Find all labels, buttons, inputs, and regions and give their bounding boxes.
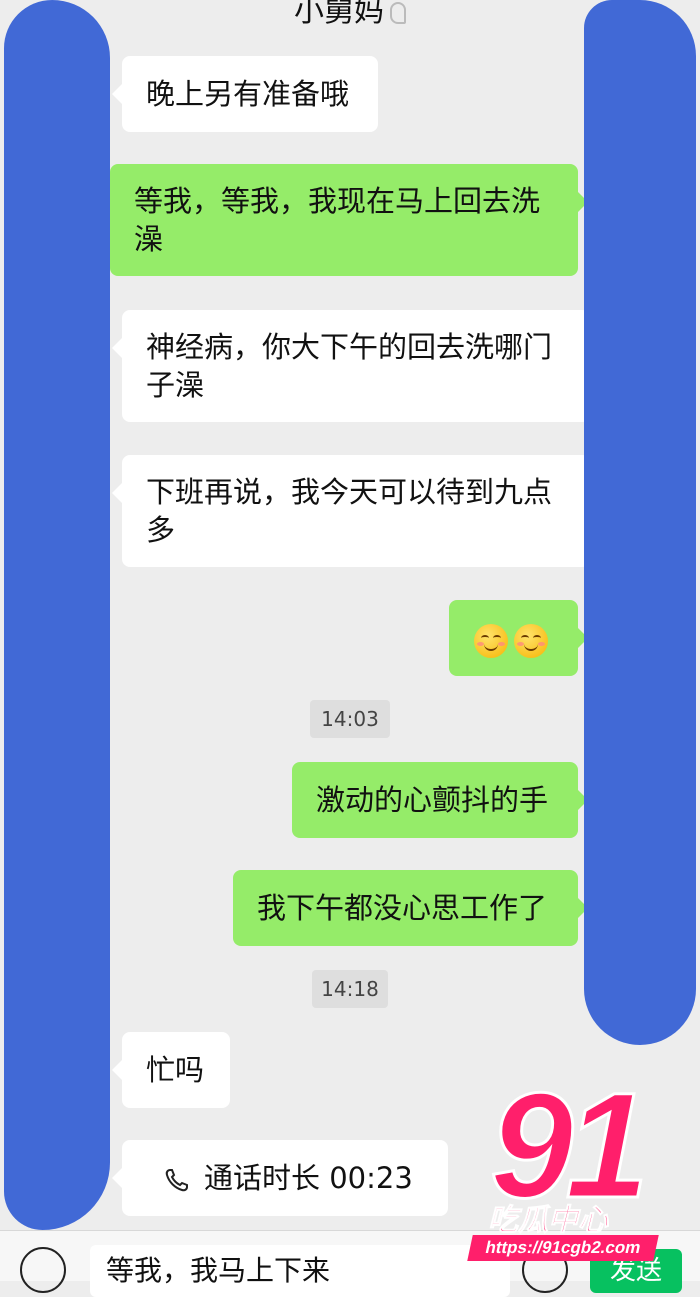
ear-icon bbox=[390, 1, 406, 24]
message-text: 忙吗 bbox=[146, 1053, 205, 1087]
message-text-line: 多 bbox=[146, 513, 176, 547]
watermark-url: https://91cgb2.com bbox=[467, 1235, 659, 1261]
message-input[interactable]: 等我，我马上下来 bbox=[90, 1245, 510, 1297]
message-bubble-outgoing[interactable]: 等我，等我，我现在马上回去洗 澡 bbox=[110, 164, 588, 276]
call-duration-text: 通话时长 00:23 bbox=[204, 1161, 413, 1195]
smiling-blush-emoji-icon bbox=[514, 624, 548, 658]
message-text-line: 下班再说，我今天可以待到九点 bbox=[146, 475, 553, 509]
message-text-line: 等我，等我，我现在马上回去洗 bbox=[134, 184, 541, 218]
timestamp-text: 14:18 bbox=[321, 977, 379, 1001]
message-bubble-outgoing[interactable]: 激动的心颤抖的手 bbox=[292, 762, 588, 838]
message-bubble-incoming[interactable]: 忙吗 bbox=[112, 1032, 230, 1108]
message-text-line: 子澡 bbox=[146, 368, 205, 402]
message-bubble-outgoing[interactable]: 我下午都没心思工作了 bbox=[233, 870, 588, 946]
message-bubble-incoming[interactable]: 晚上另有准备哦 bbox=[112, 56, 378, 132]
watermark-name: 吃瓜中心 bbox=[488, 1203, 609, 1239]
message-text-line: 神经病，你大下午的回去洗哪门 bbox=[146, 330, 553, 364]
phone-call-icon bbox=[165, 1169, 188, 1192]
message-bubble-incoming[interactable]: 神经病，你大下午的回去洗哪门 子澡 bbox=[112, 310, 590, 422]
redaction-left-mark bbox=[4, 0, 110, 1230]
message-text: 我下午都没心思工作了 bbox=[257, 891, 548, 925]
chat-title-text: 小舅妈 bbox=[294, 0, 384, 29]
voice-input-button[interactable] bbox=[20, 1247, 66, 1293]
timestamp: 14:18 bbox=[312, 970, 388, 1008]
message-text: 激动的心颤抖的手 bbox=[316, 783, 549, 817]
message-text: 晚上另有准备哦 bbox=[146, 77, 350, 111]
message-bubble-outgoing[interactable] bbox=[449, 600, 588, 676]
message-text-line: 澡 bbox=[134, 222, 164, 256]
message-bubble-incoming[interactable]: 下班再说，我今天可以待到九点 多 bbox=[112, 455, 590, 567]
timestamp-text: 14:03 bbox=[321, 707, 379, 731]
redaction-right-mark bbox=[584, 0, 696, 1045]
watermark-logo: 91 吃瓜中心 https://91cgb2.com bbox=[467, 1060, 685, 1265]
smiling-blush-emoji-icon bbox=[474, 624, 508, 658]
timestamp: 14:03 bbox=[310, 700, 390, 738]
call-record-bubble[interactable]: 通话时长 00:23 bbox=[112, 1140, 448, 1216]
